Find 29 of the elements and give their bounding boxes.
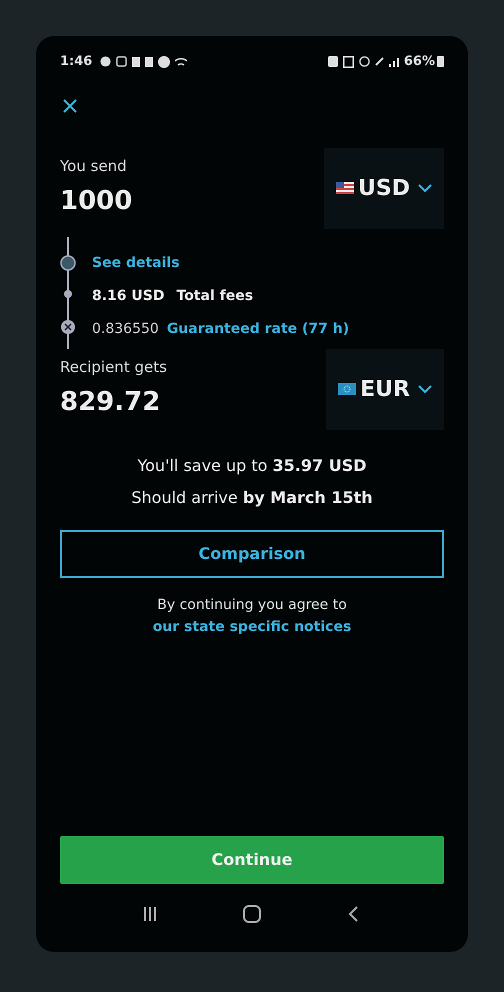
amount-label: You send: [60, 156, 128, 178]
battery-icon: [437, 56, 444, 68]
fee-amount: 8.16 USD: [92, 286, 164, 304]
amount-field[interactable]: 829.72: [60, 382, 167, 422]
battery-level: 66%: [404, 53, 435, 71]
status-time: 1:46: [60, 53, 92, 71]
camera-icon: [116, 56, 128, 68]
guaranteed-rate-link[interactable]: Guaranteed rate (77 h): [166, 318, 350, 338]
summary-text: Should arrive by March 15th: [131, 486, 373, 508]
fee-label: Total fees: [176, 286, 254, 304]
amount-field[interactable]: 1000: [60, 182, 132, 221]
flag-icon: [338, 383, 356, 395]
currency-selector[interactable]: EUR: [326, 348, 444, 430]
recent-apps-icon[interactable]: [142, 906, 158, 922]
signal-icon: [388, 56, 400, 67]
see-details-link[interactable]: See details: [92, 252, 350, 272]
notice-text: By continuing you agree to our state specific notices: [152, 596, 352, 636]
chevron-down-icon: [418, 184, 432, 192]
chevron-down-icon: [418, 384, 432, 394]
exchange-rate: 0.836550: [92, 320, 159, 338]
amount-label: Recipient gets: [60, 357, 167, 378]
wifi-icon: [175, 57, 188, 66]
home-icon[interactable]: [242, 905, 261, 923]
dot-icon: [158, 56, 170, 68]
summary-text: You'll save up to 35.97 USD: [137, 454, 366, 476]
flag-icon: [336, 182, 354, 194]
comparison-button[interactable]: Comparison: [60, 530, 444, 578]
state-notices-link[interactable]: our state specific notices: [152, 618, 352, 634]
currency-selector[interactable]: USD: [324, 148, 444, 228]
